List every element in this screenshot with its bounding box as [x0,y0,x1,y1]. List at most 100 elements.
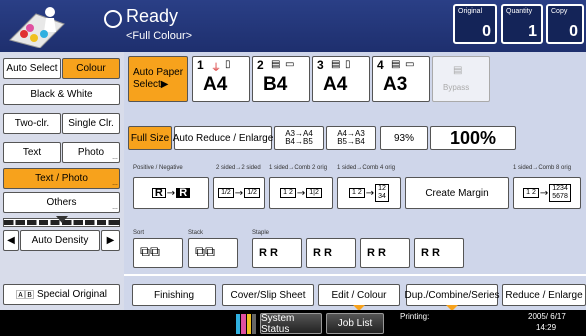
arrow-right-icon: → [166,187,176,199]
combine-4-button[interactable]: 1 2 → 12 34 [337,177,401,209]
page-icon: 1 2 [523,188,539,198]
full-size-button[interactable]: Full Size [128,126,172,150]
combine-row: Positive / Negative 2 sided→2 sided 1 si… [124,160,586,232]
page-icon: R [151,188,166,199]
staple-label: Staple [252,230,270,236]
paper-stack-icon: ▤ [331,59,341,70]
staple-top-right-button[interactable]: R R [306,238,356,268]
auto-density-button[interactable]: Auto Density [20,230,100,251]
density-lighter-button[interactable]: ◀ [3,230,19,251]
stack-button[interactable]: ⧉⧉ [188,238,238,268]
staple-top-double-button[interactable]: R R [360,238,410,268]
system-status-button[interactable]: System Status [260,313,322,335]
staple-position-icon: R R [421,247,440,259]
preset-a4-a3-button[interactable]: A4→A3 B5→B4 [326,126,376,150]
text-photo-button[interactable]: Text / Photo … [3,168,120,189]
text-mode-button[interactable]: Text [3,142,61,163]
tray-number: 1 [197,58,204,72]
staple-left-double-button[interactable]: R R [414,238,464,268]
two-colour-button[interactable]: Two-clr. [3,113,61,134]
tray-number: 3 [317,58,324,72]
job-list-button[interactable]: Job List [326,313,384,334]
text-photo-label: Text / Photo [35,173,88,184]
auto-reduce-enlarge-button[interactable]: Auto Reduce / Enlarge [173,126,273,150]
combined-page-icon: 1|2 [306,188,322,198]
staple-position-icon: R R [367,247,386,259]
stack-label: Stack [188,230,204,236]
tab-cover-slip-sheet[interactable]: Cover/Slip Sheet [222,284,314,306]
counter-label: Copy [551,8,568,15]
preset-93-percent-button[interactable]: 93% [380,126,428,150]
colour-button[interactable]: Colour [62,58,120,79]
bypass-label: Bypass [443,83,470,92]
bypass-icon: ▤ [453,65,463,76]
system-bar: System Status Job List Printing: 2005/ 6… [0,310,586,336]
ratio-100-percent-button[interactable]: 100% [430,126,516,150]
tray-size: A3 [383,74,408,95]
others-button[interactable]: Others … [3,192,120,213]
counter-value: 0 [569,23,578,40]
special-original-icon: 🄰🄱 [15,291,34,301]
black-white-button[interactable]: Black & White [3,84,120,105]
preset-line-2: B5→B4 [337,137,365,146]
arrow-left-icon: ◀ [7,235,15,246]
density-pointer-icon [56,216,68,223]
sort-icon: ⧉⧉ [140,244,160,260]
create-margin-button[interactable]: Create Margin [405,177,509,209]
auto-paper-select-button[interactable]: Auto Paper Select▶ [128,56,188,102]
photo-mode-label: Photo [77,147,105,158]
status-title: Ready [126,6,179,26]
bypass-tray-button[interactable]: ▤ Bypass [432,56,490,102]
printing-status: Printing: [400,312,430,321]
tab-edit-colour-label: Edit / Colour [331,289,387,301]
tray-size: B4 [263,74,288,95]
special-original-label: Special Original [36,289,108,300]
more-dots-icon: … [112,181,118,187]
page-icon: 1 2 [280,188,296,198]
preset-line-2: B4→B5 [285,137,313,146]
two-sided-label: 2 sided→2 sided [216,165,261,171]
counter-value: 0 [482,23,491,40]
toner-level-icon [236,314,256,334]
combined-page-icon: 12 34 [375,184,389,202]
paper-orientation-icon: ▯ [225,59,231,70]
single-colour-button[interactable]: Single Clr. [62,113,120,134]
tray-size: A4 [323,74,348,95]
comb2-label: 1 sided→Comb 2 orig [269,165,328,171]
photo-mode-button[interactable]: Photo … [62,142,120,163]
counter-value: 1 [528,23,537,40]
combine-8-button[interactable]: 1 2 → 1234 5678 [513,177,581,209]
more-dots-icon: … [112,155,118,161]
tab-dup-combine-series[interactable]: Dup./Combine/Series [404,284,500,311]
tray-4-button[interactable]: 4 ▤ ▭ A3 [372,56,430,102]
stack-icon: ⧉⧉ [195,244,215,260]
preset-a3-a4-button[interactable]: A3→A4 B4→B5 [274,126,324,150]
positive-negative-label: Positive / Negative [133,165,183,171]
tray-size: A4 [203,74,228,95]
tab-edit-colour[interactable]: Edit / Colour [318,284,400,311]
positive-negative-button[interactable]: R → R [133,177,209,209]
auto-select-button[interactable]: Auto Select [3,58,61,79]
special-original-button[interactable]: 🄰🄱 Special Original [3,284,120,305]
sort-button[interactable]: ⧉⧉ [133,238,183,268]
colour-mode-status: <Full Colour> [126,30,193,42]
density-darker-button[interactable]: ▶ [101,230,120,251]
arrow-right-icon: → [365,187,375,199]
tab-finishing[interactable]: Finishing [132,284,216,306]
counter-label: Original [458,8,483,15]
date-display: 2005/ 6/17 [528,312,566,321]
tray-2-button[interactable]: 2 ▤ ▭ B4 [252,56,310,102]
tab-reduce-enlarge[interactable]: Reduce / Enlarge [502,284,586,306]
duplex-page-icon: 1/2 [244,188,260,198]
page-icon: 1 2 [349,188,365,198]
tray-1-button[interactable]: 1 ⏚ ▯ A4 [192,56,250,102]
original-counter: Original 0 [453,4,497,44]
tray-3-button[interactable]: 3 ▤ ▯ A4 [312,56,370,102]
arrow-right-icon: ▶ [106,235,115,246]
copy-counter: Copy 0 [546,4,584,44]
counter-label: Quantity [506,8,533,15]
combine-2-button[interactable]: 1 2 → 1|2 [269,177,333,209]
two-sided-button[interactable]: 1/2 → 1/2 [213,177,265,209]
staple-top-left-button[interactable]: R R [252,238,302,268]
staple-position-icon: R R [259,247,278,259]
